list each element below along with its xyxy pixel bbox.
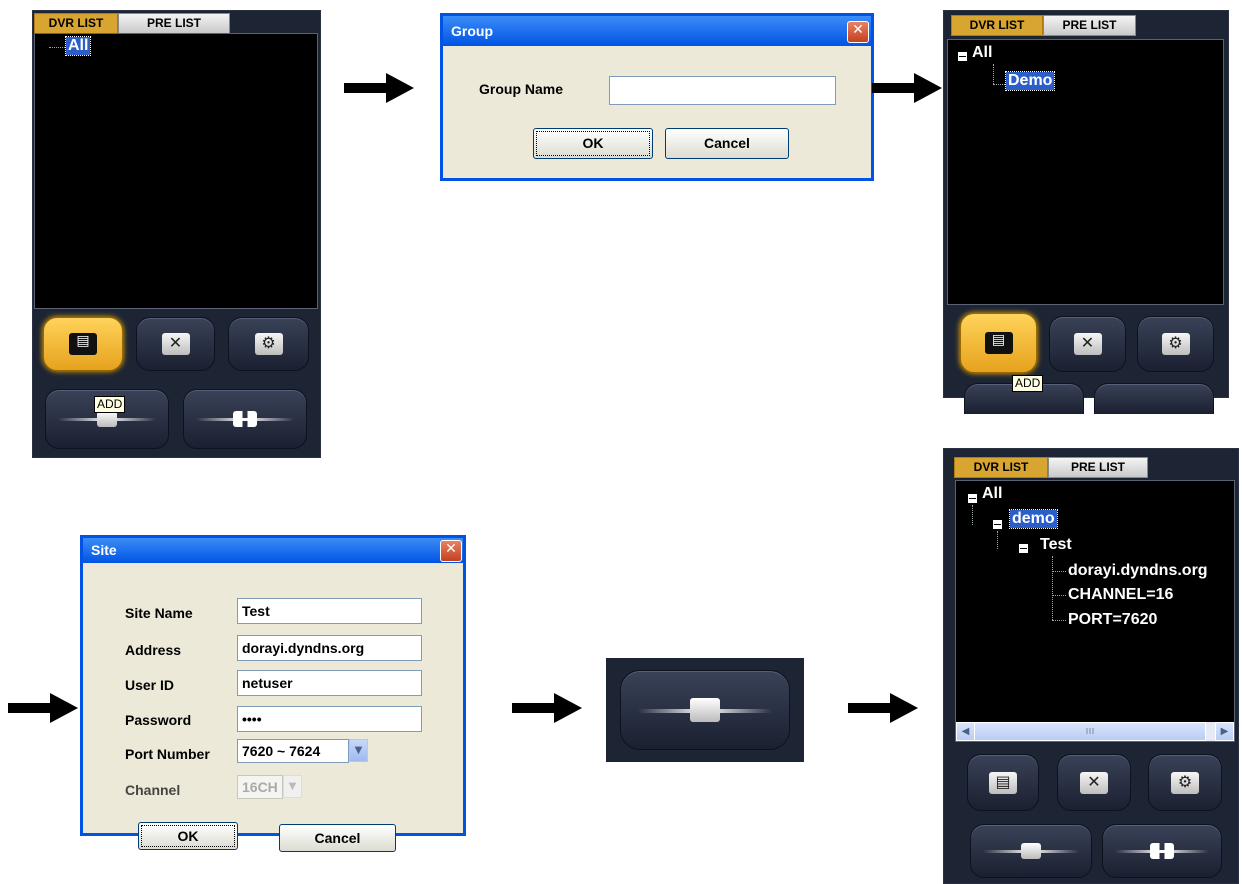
scroll-thumb[interactable]: III xyxy=(974,722,1206,741)
horizontal-scrollbar[interactable]: ◀ III ▶ xyxy=(956,722,1234,741)
port-number-label: Port Number xyxy=(125,746,210,762)
connect-plug-body xyxy=(690,698,720,722)
settings-button[interactable]: ⚙ xyxy=(1148,754,1222,811)
tab-pre-list[interactable]: PRE LIST xyxy=(1043,15,1136,36)
close-icon[interactable]: ✕ xyxy=(847,21,869,43)
chevron-down-icon: ▼ xyxy=(283,775,302,798)
group-dialog: Group ✕ Group Name OK Cancel xyxy=(440,13,874,181)
user-id-input[interactable]: netuser xyxy=(237,670,422,696)
tab-bar: DVR LIST PRE LIST xyxy=(944,449,1238,479)
tab-pre-list[interactable]: PRE LIST xyxy=(118,13,230,34)
dialog-title-bar: Site xyxy=(83,538,463,563)
disconnect-plug-body xyxy=(1150,843,1174,859)
add-group-button[interactable]: ▤ xyxy=(967,754,1039,811)
connect-plug-body xyxy=(1021,843,1041,859)
tree-node-all[interactable]: All xyxy=(64,36,92,56)
cancel-button[interactable]: Cancel xyxy=(279,824,396,852)
dvr-panel-site-connected: DVR LIST PRE LIST All demo Test dorayi.d… xyxy=(943,448,1239,884)
arrow-right-icon xyxy=(512,693,582,723)
add-tooltip: ADD xyxy=(1012,375,1044,392)
arrow-right-icon xyxy=(848,693,918,723)
add-group-icon: ▤ xyxy=(69,333,97,355)
tab-pre-list[interactable]: PRE LIST xyxy=(1048,457,1148,478)
collapse-icon[interactable] xyxy=(993,520,1002,529)
scroll-left-icon[interactable]: ◀ xyxy=(956,722,975,741)
add-group-button[interactable]: ▤ xyxy=(960,313,1037,373)
tab-bar: DVR LIST PRE LIST xyxy=(944,11,1228,37)
tab-dvr-list[interactable]: DVR LIST xyxy=(951,15,1043,36)
dialog-title: Group xyxy=(451,23,493,39)
scroll-right-icon[interactable]: ▶ xyxy=(1215,722,1234,741)
arrow-right-icon xyxy=(8,693,78,723)
delete-icon: ✕ xyxy=(1080,771,1108,794)
tree-view[interactable]: All Demo xyxy=(947,39,1224,305)
address-label: Address xyxy=(125,642,182,658)
delete-button[interactable]: ✕ xyxy=(1057,754,1131,811)
add-tooltip: ADD xyxy=(94,396,126,413)
dvr-panel-group-added: DVR LIST PRE LIST All Demo ▤ ✕ ⚙ ADD xyxy=(943,10,1229,414)
password-label: Password xyxy=(125,712,192,728)
disconnect-button[interactable] xyxy=(1094,383,1214,414)
collapse-icon[interactable] xyxy=(968,494,977,503)
add-group-icon: ▤ xyxy=(989,771,1017,794)
settings-icon: ⚙ xyxy=(1171,771,1199,794)
tree-node-site[interactable]: Test xyxy=(1040,536,1072,554)
site-name-label: Site Name xyxy=(125,605,193,621)
user-id-label: User ID xyxy=(125,677,175,693)
site-name-input[interactable]: Test xyxy=(237,598,422,624)
connect-button[interactable] xyxy=(620,670,790,750)
site-port-text: PORT=7620 xyxy=(1068,611,1158,628)
collapse-icon[interactable] xyxy=(1019,544,1028,553)
tree-view[interactable]: All demo Test dorayi.dyndns.org CHANNEL=… xyxy=(955,480,1235,742)
dialog-title: Site xyxy=(91,542,117,558)
connect-button[interactable] xyxy=(970,824,1092,878)
settings-button[interactable]: ⚙ xyxy=(228,317,309,371)
arrow-right-icon xyxy=(344,73,414,103)
ok-button[interactable]: OK xyxy=(533,128,653,159)
chevron-down-icon[interactable]: ▼ xyxy=(349,739,368,762)
delete-button[interactable]: ✕ xyxy=(1049,316,1126,372)
disconnect-button[interactable] xyxy=(1102,824,1222,878)
connect-plug-body xyxy=(97,411,117,427)
channel-label: Channel xyxy=(125,782,181,798)
ok-button[interactable]: OK xyxy=(138,822,238,850)
tab-bar: DVR LIST PRE LIST xyxy=(33,11,320,34)
tab-dvr-list[interactable]: DVR LIST xyxy=(34,13,118,34)
site-dialog: Site ✕ Site Name Test Address dorayi.dyn… xyxy=(80,535,466,852)
cancel-button[interactable]: Cancel xyxy=(665,128,789,159)
delete-icon: ✕ xyxy=(161,333,190,355)
dvr-panel-initial: DVR LIST PRE LIST All ▤ ✕ ⚙ ADD xyxy=(32,10,321,458)
add-group-button[interactable]: ▤ xyxy=(43,317,123,371)
channel-select: 16CH xyxy=(237,775,283,799)
connect-button-zoom xyxy=(606,658,804,762)
group-name-label: Group Name xyxy=(479,81,564,97)
address-input[interactable]: dorayi.dyndns.org xyxy=(237,635,422,661)
add-group-icon: ▤ xyxy=(984,332,1013,354)
group-name-input[interactable] xyxy=(609,76,836,105)
arrow-right-icon xyxy=(872,73,942,103)
tree-node-all[interactable]: All xyxy=(982,485,1002,503)
disconnect-button[interactable] xyxy=(183,389,307,449)
port-number-select[interactable]: 7620 ~ 7624 xyxy=(237,739,349,763)
settings-button[interactable]: ⚙ xyxy=(1137,316,1214,372)
tree-node-demo[interactable]: Demo xyxy=(1004,71,1056,91)
close-icon[interactable]: ✕ xyxy=(440,540,462,562)
settings-icon: ⚙ xyxy=(254,333,283,355)
tree-view[interactable]: All xyxy=(34,33,318,309)
settings-icon: ⚙ xyxy=(1161,333,1190,355)
site-channel-text: CHANNEL=16 xyxy=(1068,586,1174,603)
delete-icon: ✕ xyxy=(1073,333,1102,355)
tab-dvr-list[interactable]: DVR LIST xyxy=(954,457,1048,478)
collapse-icon[interactable] xyxy=(958,52,967,61)
tree-node-demo[interactable]: demo xyxy=(1009,509,1058,529)
dialog-title-bar: Group xyxy=(443,16,871,46)
password-input[interactable]: •••• xyxy=(237,706,422,732)
tree-node-all[interactable]: All xyxy=(972,44,992,62)
delete-button[interactable]: ✕ xyxy=(136,317,215,371)
disconnect-plug-body xyxy=(233,411,257,427)
site-address-text: dorayi.dyndns.org xyxy=(1068,562,1208,579)
